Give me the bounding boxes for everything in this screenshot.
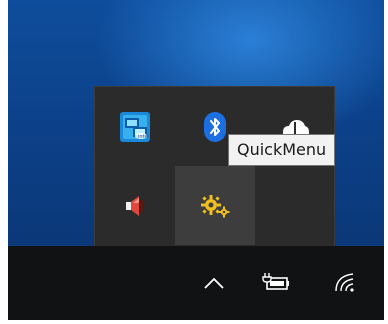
quickmenu-tooltip: QuickMenu bbox=[228, 134, 336, 166]
tray-item-volume[interactable] bbox=[95, 166, 175, 245]
power-plug-battery-icon bbox=[262, 273, 289, 290]
screen-edge-left bbox=[0, 0, 8, 324]
wifi-icon bbox=[335, 273, 354, 292]
tray-item-quickmenu[interactable] bbox=[175, 166, 255, 245]
bluetooth-icon bbox=[204, 111, 226, 142]
speaker-muted-icon bbox=[126, 195, 143, 216]
show-hidden-icons-button[interactable] bbox=[196, 246, 232, 320]
chevron-up-icon bbox=[204, 277, 224, 289]
quickmenu-gear-icon bbox=[201, 194, 230, 217]
taskbar bbox=[8, 246, 384, 320]
screen-edge-right bbox=[384, 0, 388, 324]
battery-status-button[interactable] bbox=[256, 246, 296, 320]
tray-item-intel-graphics[interactable]: intel bbox=[95, 87, 175, 166]
notification-overflow-flyout: intel bbox=[94, 86, 335, 248]
svg-text:intel: intel bbox=[138, 134, 149, 140]
screen-edge-bottom bbox=[0, 320, 388, 324]
intel-graphics-icon: intel bbox=[120, 111, 150, 142]
network-status-button[interactable] bbox=[326, 246, 366, 320]
